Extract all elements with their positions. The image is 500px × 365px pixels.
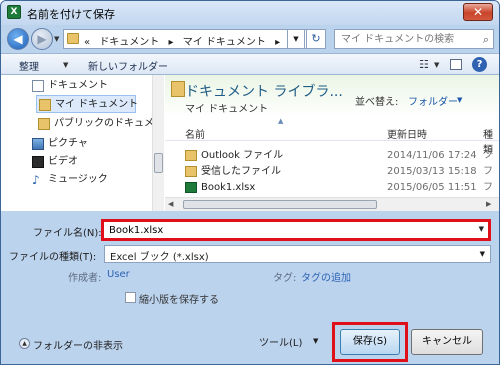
breadcrumb-overflow[interactable]: «: [84, 37, 90, 48]
column-header-name[interactable]: 名前: [185, 126, 205, 141]
scroll-right-icon[interactable]: ▶: [486, 200, 491, 208]
nav-item-label: ミュージック: [48, 174, 108, 185]
column-header-row: 名前 更新日時 種類: [165, 121, 499, 156]
breadcrumb-separator-icon[interactable]: ▸: [275, 37, 280, 48]
filetype-label: ファイルの種類(T):: [9, 252, 97, 263]
tags-label: タグ:: [273, 273, 297, 284]
file-date: 2015/06/05 11:51: [387, 182, 477, 193]
save-button[interactable]: 保存(S): [340, 329, 400, 355]
navigation-pane: ドキュメント マイ ドキュメント パブリックのドキュメン ピクチャ ビデオ ♪ …: [1, 75, 164, 211]
scroll-left-icon[interactable]: ◀: [168, 200, 173, 208]
title-bar: X 名前を付けて保存 ✕: [1, 1, 499, 25]
search-input[interactable]: [335, 30, 475, 48]
folder-icon: [67, 33, 79, 44]
hide-folders-label: フォルダーの非表示: [33, 341, 123, 352]
file-row-book1[interactable]: Book1.xlsx 2015/06/05 11:51 フ: [165, 180, 499, 196]
author-value[interactable]: User: [107, 269, 130, 280]
arrange-by-label: 並べ替え:: [355, 97, 399, 108]
filename-field-highlighted[interactable]: ▼: [101, 219, 491, 241]
file-browser: ドキュメント マイ ドキュメント パブリックのドキュメン ピクチャ ビデオ ♪ …: [1, 75, 499, 211]
tools-button[interactable]: ツール(L): [259, 334, 302, 349]
navigation-pane-scrollbar[interactable]: [152, 75, 164, 211]
window-title: 名前を付けて保存: [27, 8, 115, 21]
arrange-by-dropdown[interactable]: フォルダー: [408, 93, 458, 108]
new-folder-button[interactable]: 新しいフォルダー: [88, 58, 168, 73]
nav-item-label: ビデオ: [48, 156, 78, 167]
nav-item-my-documents[interactable]: マイ ドキュメント: [36, 95, 139, 113]
view-options-icon[interactable]: ☷: [419, 58, 429, 71]
excel-app-icon: X: [7, 5, 21, 19]
view-chevron-down-icon[interactable]: ▼: [434, 61, 439, 69]
arrange-chevron-down-icon[interactable]: ▼: [457, 96, 462, 104]
preview-pane-icon[interactable]: [450, 59, 462, 70]
nav-item-label: パブリックのドキュメン: [54, 118, 164, 129]
video-icon: [32, 156, 44, 168]
breadcrumb: « ドキュメント ▸ マイ ドキュメント ▸: [84, 33, 286, 48]
back-button[interactable]: ◀: [7, 28, 29, 50]
author-label: 作成者:: [68, 273, 102, 284]
close-button[interactable]: ✕: [463, 3, 493, 21]
breadcrumb-my-documents[interactable]: マイ ドキュメント: [183, 37, 266, 48]
music-icon: ♪: [32, 173, 40, 187]
nav-item-label: マイ ドキュメント: [55, 99, 139, 110]
organize-chevron-down-icon[interactable]: ▼: [63, 61, 68, 69]
address-bar[interactable]: « ドキュメント ▸ マイ ドキュメント ▸: [63, 29, 325, 49]
file-type: フ: [483, 182, 493, 193]
filename-label: ファイル名(N):: [33, 228, 102, 239]
file-type: フ: [483, 150, 493, 161]
library-title: ドキュメント ライブラ...: [185, 84, 343, 100]
nav-item-label: ドキュメント: [48, 80, 108, 91]
library-subtitle: マイ ドキュメント: [185, 104, 269, 115]
recent-locations-chevron-icon[interactable]: ▼: [54, 35, 59, 43]
refresh-button[interactable]: ↻: [306, 29, 326, 49]
folder-icon: [185, 150, 197, 161]
nav-item-label: ピクチャ: [48, 138, 88, 149]
command-toolbar: 整理 ▼ 新しいフォルダー ☷ ▼ ?: [1, 53, 499, 75]
address-row: ◀ ▶ ▼ « ドキュメント ▸ マイ ドキュメント ▸ ▼ ↻ ⌕: [1, 25, 499, 53]
filename-chevron-down-icon[interactable]: ▼: [479, 225, 484, 233]
file-list-pane: ドキュメント ライブラ... マイ ドキュメント 並べ替え: フォルダー ▼ ▲…: [165, 75, 499, 211]
cancel-button[interactable]: キャンセル: [411, 329, 483, 355]
file-name: 受信したファイル: [201, 166, 281, 177]
filetype-value: Excel ブック (*.xlsx): [110, 252, 209, 263]
folder-icon: [185, 166, 197, 177]
file-date: 2015/03/13 15:18: [387, 166, 477, 177]
tags-value[interactable]: タグの追加: [301, 269, 351, 284]
hide-folders-button[interactable]: ▲ フォルダーの非表示: [19, 335, 129, 353]
save-as-dialog: X 名前を付けて保存 ✕ ◀ ▶ ▼ « ドキュメント ▸ マイ ドキュメント …: [0, 0, 500, 365]
breadcrumb-separator-icon[interactable]: ▸: [169, 37, 174, 48]
file-row-outlook[interactable]: Outlook ファイル 2014/11/06 17:24 フ: [165, 148, 499, 164]
save-form: ファイル名(N): ▼ ファイルの種類(T): Excel ブック (*.xls…: [1, 211, 499, 364]
address-dropdown-chevron-icon[interactable]: ▼: [287, 29, 305, 49]
scrollbar-thumb[interactable]: [183, 200, 377, 209]
search-icon[interactable]: ⌕: [483, 33, 489, 47]
library-folder-icon: [171, 81, 185, 97]
filetype-select[interactable]: Excel ブック (*.xlsx) ▼: [104, 245, 491, 263]
file-row-received[interactable]: 受信したファイル 2015/03/13 15:18 フ: [165, 164, 499, 180]
save-thumbnail-checkbox[interactable]: [125, 292, 136, 303]
excel-file-icon: [185, 182, 197, 193]
file-date: 2014/11/06 17:24: [387, 150, 477, 161]
filename-input[interactable]: [104, 222, 464, 238]
breadcrumb-documents[interactable]: ドキュメント: [99, 37, 159, 48]
file-name: Book1.xlsx: [201, 182, 256, 193]
library-header: ドキュメント ライブラ... マイ ドキュメント 並べ替え: フォルダー ▼: [165, 75, 499, 117]
forward-button[interactable]: ▶: [31, 28, 53, 50]
pictures-icon: [32, 138, 44, 150]
file-name: Outlook ファイル: [201, 150, 284, 161]
folder-icon: [38, 118, 50, 130]
folder-icon: [39, 99, 51, 111]
filetype-chevron-down-icon[interactable]: ▼: [480, 250, 485, 258]
organize-button[interactable]: 整理: [19, 58, 39, 73]
tools-chevron-down-icon[interactable]: ▼: [313, 337, 318, 345]
search-box[interactable]: ⌕: [334, 29, 494, 49]
help-icon[interactable]: ?: [472, 57, 487, 72]
save-thumbnail-label[interactable]: 縮小版を保存する: [139, 291, 219, 306]
file-list-horizontal-scrollbar[interactable]: ◀ ▶: [165, 197, 499, 211]
file-type: フ: [483, 166, 493, 177]
documents-icon: [32, 80, 44, 92]
column-header-date[interactable]: 更新日時: [387, 126, 427, 141]
scrollbar-thumb[interactable]: [154, 153, 163, 173]
collapse-chevron-up-icon: ▲: [19, 338, 30, 349]
